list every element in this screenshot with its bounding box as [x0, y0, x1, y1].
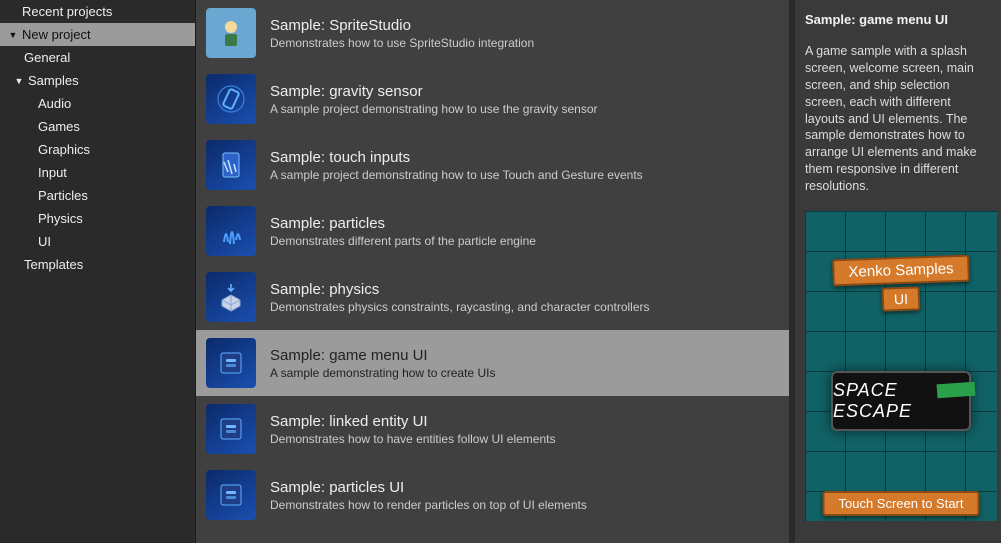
list-item-text: Sample: physics Demonstrates physics con…	[270, 281, 650, 314]
preview-image: Xenko Samples UI SPACE ESCAPE Touch Scre…	[805, 211, 997, 521]
list-item-title: Sample: physics	[270, 281, 650, 298]
nav-new-project[interactable]: ▼ New project	[0, 23, 195, 46]
list-item[interactable]: Sample: touch inputs A sample project de…	[196, 132, 789, 198]
list-item-text: Sample: linked entity UI Demonstrates ho…	[270, 413, 555, 446]
nav-general[interactable]: General	[0, 46, 195, 69]
nav-category-particles[interactable]: Particles	[0, 184, 195, 207]
logo-stripe	[937, 382, 976, 399]
list-item[interactable]: Sample: particles Demonstrates different…	[196, 198, 789, 264]
list-item-desc: Demonstrates physics constraints, raycas…	[270, 300, 650, 314]
sidebar: Recent projects ▼ New project General ▼ …	[0, 0, 196, 543]
nav-label: Input	[38, 165, 67, 180]
nav-category-ui[interactable]: UI	[0, 230, 195, 253]
nav-label: Games	[38, 119, 80, 134]
preview-logo: SPACE ESCAPE	[831, 371, 971, 431]
list-item-desc: A sample project demonstrating how to us…	[270, 168, 643, 182]
list-item-title: Sample: SpriteStudio	[270, 17, 534, 34]
nav-samples[interactable]: ▼ Samples	[0, 69, 195, 92]
thumbnail-icon	[206, 140, 256, 190]
thumbnail-icon	[206, 272, 256, 322]
list-item-text: Sample: touch inputs A sample project de…	[270, 149, 643, 182]
thumbnail-icon	[206, 74, 256, 124]
preview-badge-top: Xenko Samples	[832, 254, 970, 286]
nav-recent-projects[interactable]: Recent projects	[0, 0, 195, 23]
detail-description: A game sample with a splash screen, welc…	[805, 43, 991, 195]
list-item[interactable]: Sample: physics Demonstrates physics con…	[196, 264, 789, 330]
list-item-title: Sample: particles	[270, 215, 536, 232]
list-item-desc: Demonstrates how to have entities follow…	[270, 432, 555, 446]
nav-templates[interactable]: Templates	[0, 253, 195, 276]
nav-category-input[interactable]: Input	[0, 161, 195, 184]
list-item-desc: Demonstrates different parts of the part…	[270, 234, 536, 248]
list-item-title: Sample: gravity sensor	[270, 83, 598, 100]
nav-label: General	[24, 50, 70, 65]
list-item-text: Sample: particles Demonstrates different…	[270, 215, 536, 248]
list-item-text: Sample: SpriteStudio Demonstrates how to…	[270, 17, 534, 50]
nav-label: Particles	[38, 188, 88, 203]
thumbnail-icon	[206, 338, 256, 388]
nav-label: UI	[38, 234, 51, 249]
list-item-desc: A sample project demonstrating how to us…	[270, 102, 598, 116]
nav-label: Templates	[24, 257, 83, 272]
list-item[interactable]: Sample: linked entity UI Demonstrates ho…	[196, 396, 789, 462]
detail-title: Sample: game menu UI	[805, 12, 991, 27]
preview-badge-ui: UI	[882, 286, 921, 311]
thumbnail-icon	[206, 8, 256, 58]
detail-panel: Sample: game menu UI A game sample with …	[789, 0, 1001, 543]
nav-category-graphics[interactable]: Graphics	[0, 138, 195, 161]
nav-category-audio[interactable]: Audio	[0, 92, 195, 115]
list-item[interactable]: Sample: SpriteStudio Demonstrates how to…	[196, 0, 789, 66]
nav-category-physics[interactable]: Physics	[0, 207, 195, 230]
nav-label: New project	[22, 27, 91, 42]
nav-label: Graphics	[38, 142, 90, 157]
template-list: Sample: SpriteStudio Demonstrates how to…	[196, 0, 789, 543]
list-item-desc: A sample demonstrating how to create UIs	[270, 366, 495, 380]
nav-label: Recent projects	[22, 4, 112, 19]
nav-category-games[interactable]: Games	[0, 115, 195, 138]
chevron-down-icon: ▼	[14, 76, 24, 86]
preview-badge-bottom: Touch Screen to Start	[822, 491, 979, 516]
thumbnail-icon	[206, 206, 256, 256]
nav-label: Audio	[38, 96, 71, 111]
thumbnail-icon	[206, 470, 256, 520]
list-item-desc: Demonstrates how to use SpriteStudio int…	[270, 36, 534, 50]
list-item-text: Sample: particles UI Demonstrates how to…	[270, 479, 587, 512]
list-item-desc: Demonstrates how to render particles on …	[270, 498, 587, 512]
list-item-text: Sample: gravity sensor A sample project …	[270, 83, 598, 116]
nav-label: Samples	[28, 73, 79, 88]
list-item-text: Sample: game menu UI A sample demonstrat…	[270, 347, 495, 380]
list-item[interactable]: Sample: gravity sensor A sample project …	[196, 66, 789, 132]
chevron-down-icon: ▼	[8, 30, 18, 40]
list-item-title: Sample: linked entity UI	[270, 413, 555, 430]
thumbnail-icon	[206, 404, 256, 454]
list-item-title: Sample: particles UI	[270, 479, 587, 496]
list-item-title: Sample: touch inputs	[270, 149, 643, 166]
nav-label: Physics	[38, 211, 83, 226]
list-item-title: Sample: game menu UI	[270, 347, 495, 364]
list-item[interactable]: Sample: particles UI Demonstrates how to…	[196, 462, 789, 528]
list-item[interactable]: Sample: game menu UI A sample demonstrat…	[196, 330, 789, 396]
